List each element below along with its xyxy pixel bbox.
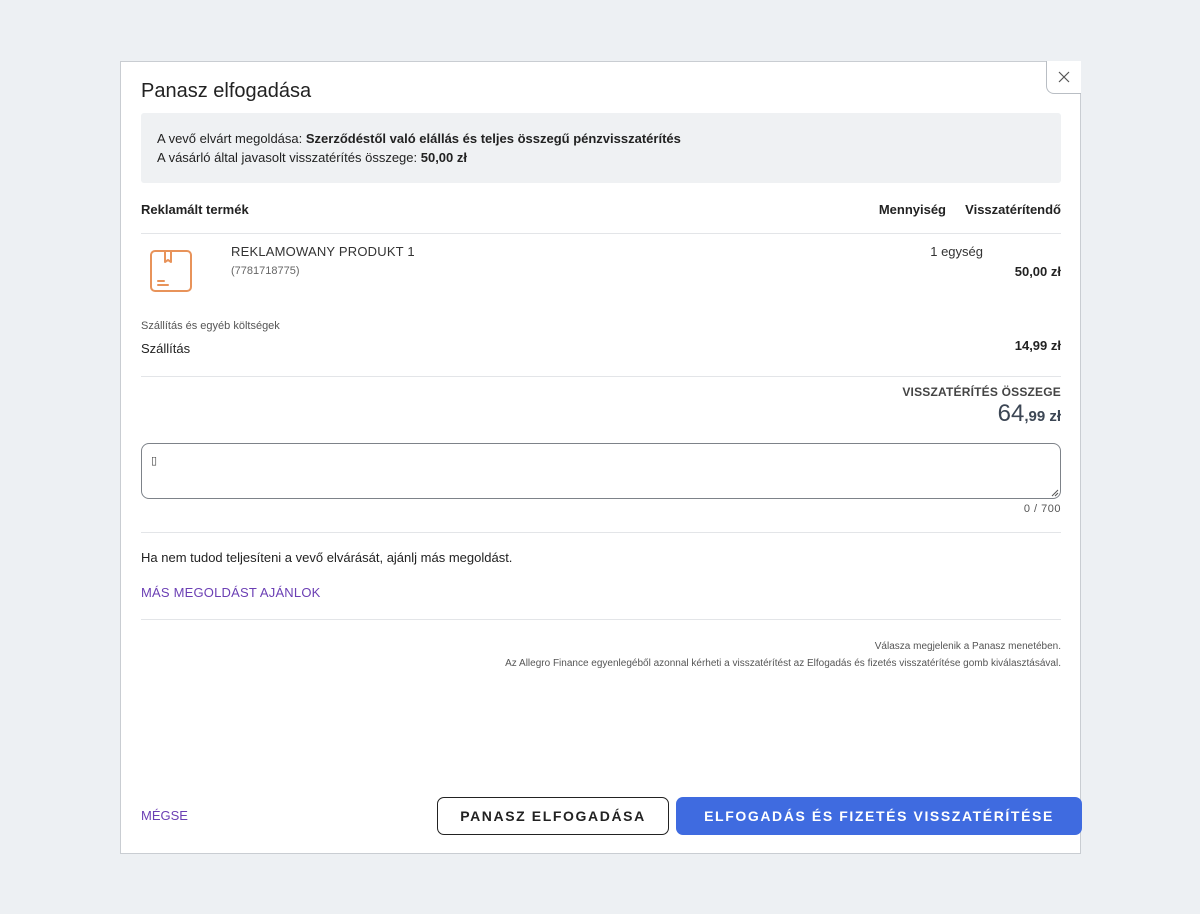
refund-total-integer: 64 <box>997 400 1025 427</box>
suggested-refund-label: A vásárló által javasolt visszatérítés ö… <box>157 150 421 165</box>
header-refund: Visszatérítendő <box>965 202 1061 217</box>
info-note: Válasza megjelenik a Panasz menetében. A… <box>505 638 1061 672</box>
accept-and-refund-button[interactable]: ELFOGADÁS ÉS FIZETÉS VISSZATÉRÍTÉSE <box>676 797 1082 835</box>
header-quantity: Mennyiség <box>878 202 946 217</box>
suggested-refund-line: A vásárló által javasolt visszatérítés ö… <box>157 148 1045 167</box>
divider <box>141 619 1061 620</box>
product-amount: 50,00 zł <box>1014 264 1061 279</box>
product-name: REKLAMOWANY PRODUKT 1 <box>231 244 415 259</box>
product-quantity: 1 egység <box>930 244 983 259</box>
refund-total-value: 64,99 zł <box>998 400 1061 428</box>
info-note-line1: Válasza megjelenik a Panasz menetében. <box>874 641 1061 652</box>
refund-total-decimal: ,99 zł <box>1024 408 1061 425</box>
refund-total-label: VISSZATÉRÍTÉS ÖSSZEGE <box>902 385 1061 399</box>
shipping-amount: 14,99 zł <box>1014 338 1061 353</box>
product-code: (7781718775) <box>231 265 300 277</box>
comment-text: ▯ <box>151 455 158 467</box>
resize-handle-icon[interactable] <box>1050 488 1059 497</box>
character-counter: 0 / 700 <box>1023 503 1061 515</box>
alternative-solution-text: Ha nem tudod teljesíteni a vevő elvárásá… <box>141 550 513 565</box>
divider <box>141 233 1061 234</box>
package-box-icon <box>150 250 192 292</box>
expected-solution-value: Szerződéstől való elállás és teljes össz… <box>305 131 681 146</box>
divider <box>141 532 1061 533</box>
header-product: Reklamált termék <box>141 202 249 217</box>
shipping-section-label: Szállítás és egyéb költségek <box>141 320 280 332</box>
offer-alternative-link[interactable]: MÁS MEGOLDÁST AJÁNLOK <box>141 585 321 600</box>
accept-complaint-dialog: Panasz elfogadása A vevő elvárt megoldás… <box>120 61 1082 854</box>
shipping-label: Szállítás <box>141 341 191 356</box>
expected-solution-line: A vevő elvárt megoldása: Szerződéstől va… <box>157 129 1045 148</box>
expected-solution-box: A vevő elvárt megoldása: Szerződéstől va… <box>141 113 1061 183</box>
comment-textarea[interactable]: ▯ <box>141 443 1061 499</box>
expected-solution-label: A vevő elvárt megoldása: <box>157 131 306 146</box>
dialog-title: Panasz elfogadása <box>141 80 312 102</box>
divider <box>141 376 1061 377</box>
cancel-button[interactable]: MÉGSE <box>141 808 188 823</box>
suggested-refund-value: 50,00 zł <box>420 150 467 165</box>
accept-complaint-button[interactable]: PANASZ ELFOGADÁSA <box>437 797 669 835</box>
info-note-line2: Az Allegro Finance egyenlegéből azonnal … <box>505 658 1061 669</box>
